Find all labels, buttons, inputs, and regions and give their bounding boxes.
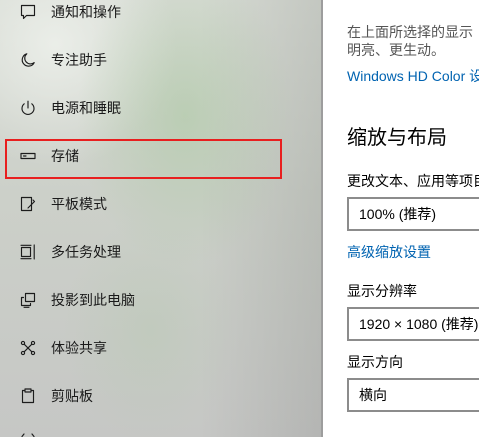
orientation-dropdown[interactable]: 横向 [347, 378, 479, 412]
clipboard-icon-graphic [21, 388, 35, 404]
sidebar-item-tablet-mode[interactable]: 平板模式 [0, 180, 318, 228]
hd-color-settings-link[interactable]: Windows HD Color 设 [347, 66, 479, 86]
hd-color-description-line1: 在上面所选择的显示 [347, 24, 473, 40]
sidebar-item-notifications[interactable]: 通知和操作 [0, 0, 318, 24]
sidebar-item-label: 通知和操作 [51, 4, 121, 20]
settings-window: 通知和操作 专注助手 电源和睡眠 存储 平板模式 多任务处理 投影到此电脑 体验… [0, 0, 479, 437]
sidebar-item-clipboard[interactable]: 剪贴板 [0, 372, 318, 420]
sidebar-item-label: 平板模式 [51, 196, 107, 212]
sidebar-item-project-to-pc[interactable]: 投影到此电脑 [0, 276, 318, 324]
power-icon [20, 100, 36, 116]
scale-layout-heading: 缩放与布局 [347, 127, 447, 149]
moon-icon-graphic [21, 53, 35, 67]
sidebar-item-focus-assist[interactable]: 专注助手 [0, 36, 318, 84]
partial-icon-graphic [21, 433, 35, 437]
sidebar-item-label: 体验共享 [51, 340, 107, 356]
shared-experiences-icon [20, 340, 36, 356]
resolution-dropdown-value: 1920 × 1080 (推荐) [359, 316, 479, 332]
orientation-dropdown-value: 横向 [359, 387, 387, 403]
notification-icon [20, 4, 36, 20]
sidebar-item-label: 专注助手 [51, 52, 107, 68]
sidebar-item-shared-experiences[interactable]: 体验共享 [0, 324, 318, 372]
moon-icon [20, 52, 36, 68]
sidebar-item-power-sleep[interactable]: 电源和睡眠 [0, 84, 318, 132]
project-icon [20, 292, 36, 308]
multitasking-icon [20, 244, 36, 260]
sidebar-item-label: 剪贴板 [51, 388, 93, 404]
multitasking-icon-graphic [20, 244, 35, 260]
resolution-label: 显示分辨率 [347, 283, 417, 299]
content-pane: 在上面所选择的显示 明亮、更生动。 Windows HD Color 设 缩放与… [323, 0, 479, 437]
tablet-mode-icon-graphic [20, 196, 36, 212]
advanced-scaling-link[interactable]: 高级缩放设置 [347, 242, 479, 262]
orientation-label: 显示方向 [347, 354, 403, 370]
sidebar-item-label: 多任务处理 [51, 244, 121, 260]
resolution-dropdown[interactable]: 1920 × 1080 (推荐) [347, 307, 479, 341]
tablet-mode-icon [20, 196, 36, 212]
sidebar-item-label: 电源和睡眠 [51, 100, 121, 116]
scale-dropdown[interactable]: 100% (推荐) [347, 197, 479, 231]
scale-dropdown-value: 100% (推荐) [359, 206, 437, 222]
notification-icon-graphic [20, 4, 36, 20]
sidebar: 通知和操作 专注助手 电源和睡眠 存储 平板模式 多任务处理 投影到此电脑 体验… [0, 0, 323, 437]
power-icon-graphic [21, 100, 35, 115]
shared-experiences-icon-graphic [20, 340, 36, 356]
sidebar-item-multitasking[interactable]: 多任务处理 [0, 228, 318, 276]
scale-label: 更改文本、应用等项目 [347, 173, 479, 189]
clipboard-icon [20, 388, 36, 404]
hd-color-description-line2: 明亮、更生动。 [347, 42, 445, 58]
sidebar-item-label: 投影到此电脑 [51, 292, 135, 308]
partial-next-item-icon[interactable] [20, 431, 36, 437]
project-icon-graphic [20, 292, 36, 308]
highlight-annotation-box [5, 139, 282, 179]
